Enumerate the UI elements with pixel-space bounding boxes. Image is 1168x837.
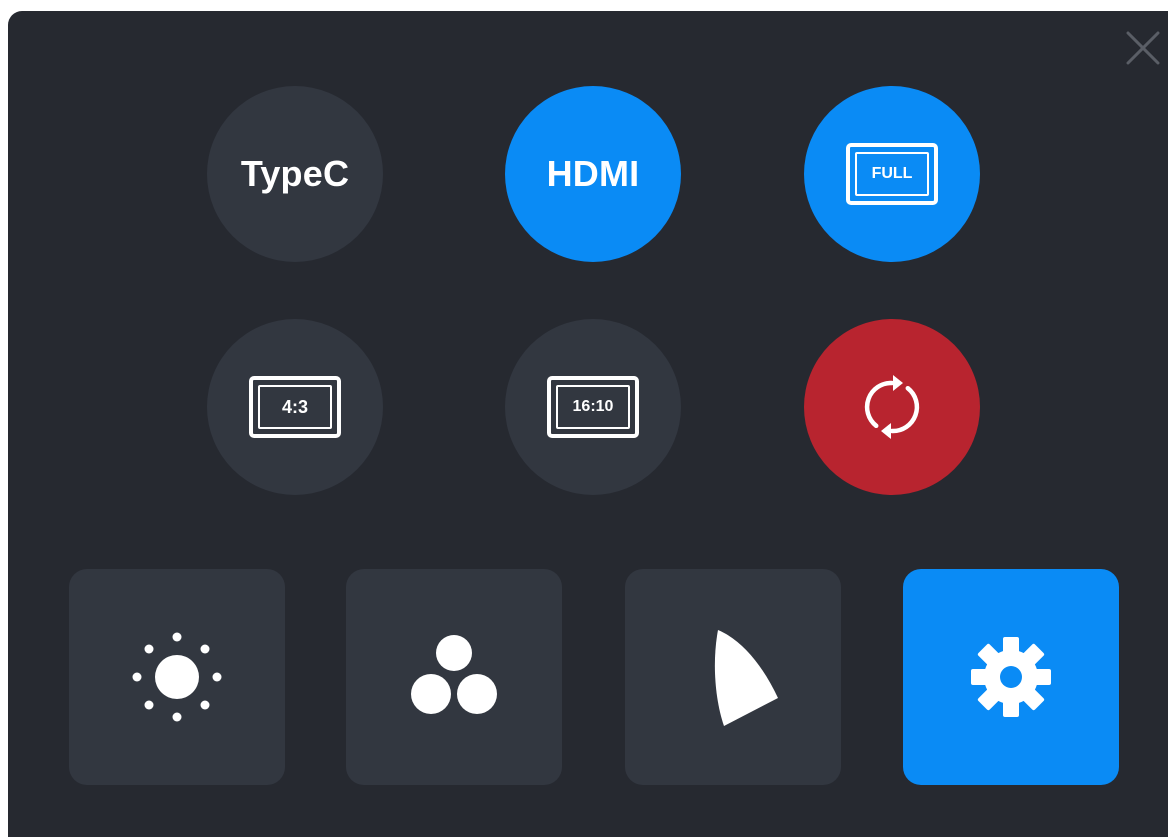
close-button[interactable] [1125, 30, 1161, 66]
close-icon [1126, 31, 1160, 65]
color-icon [411, 635, 497, 714]
full-screen-icon: FULL [846, 143, 938, 205]
ratio-4-3-button[interactable]: 4:3 [207, 319, 383, 495]
gamma-icon [714, 630, 778, 726]
gamma-tile[interactable] [625, 569, 841, 785]
typec-input-button[interactable]: TypeC [207, 86, 383, 262]
settings-gear-icon [971, 637, 1051, 717]
typec-label: TypeC [240, 153, 350, 194]
hdmi-input-button[interactable]: HDMI [505, 86, 681, 262]
rotate-icon [864, 375, 920, 439]
settings-tile[interactable] [903, 569, 1119, 785]
brightness-icon [132, 632, 222, 722]
full-screen-ratio-button[interactable]: FULL [804, 86, 980, 262]
rotate-button[interactable] [804, 319, 980, 495]
color-tile[interactable] [346, 569, 562, 785]
ratio-4-3-icon: 4:3 [249, 376, 341, 438]
ratio-16-10-label: 16:10 [556, 385, 630, 429]
full-label: FULL [855, 152, 929, 196]
hdmi-label: HDMI [546, 153, 640, 194]
ratio-4-3-label: 4:3 [258, 385, 332, 429]
ratio-16-10-button[interactable]: 16:10 [505, 319, 681, 495]
ratio-16-10-icon: 16:10 [547, 376, 639, 438]
brightness-tile[interactable] [69, 569, 285, 785]
